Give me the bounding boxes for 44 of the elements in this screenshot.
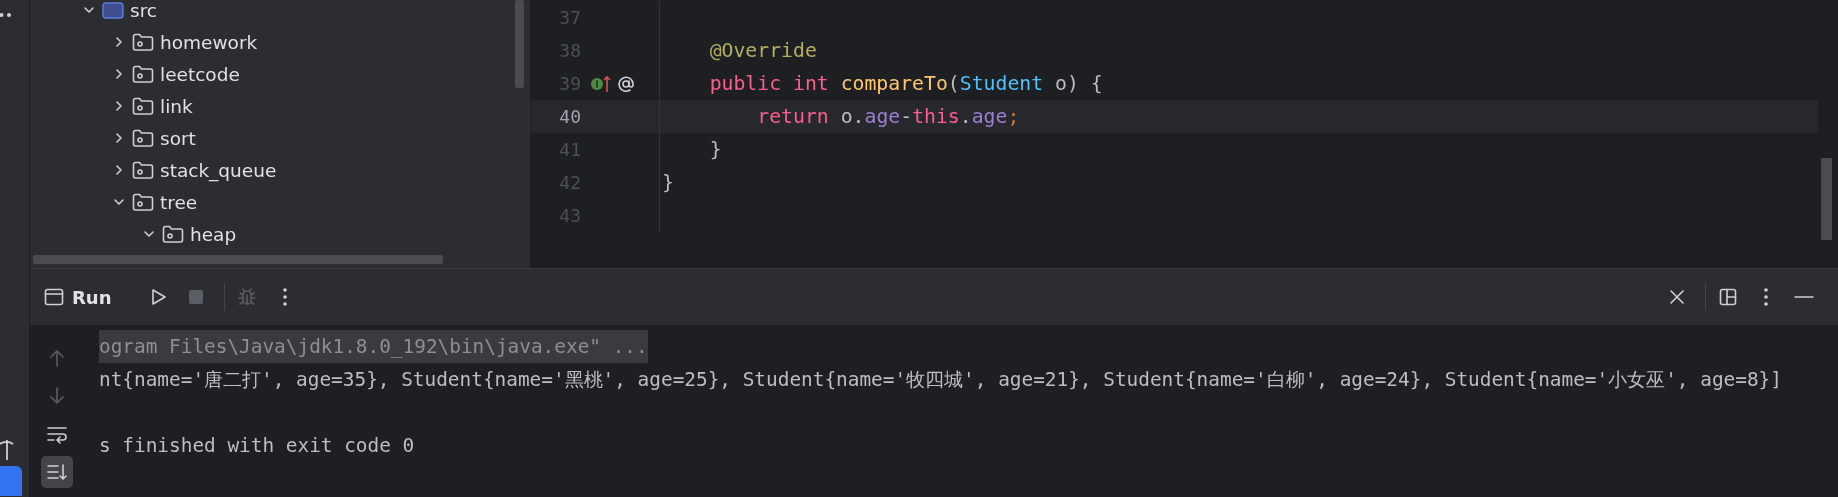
code-line: public int compareTo(Student o) { [708,72,1103,95]
at-sign-icon[interactable] [616,73,636,94]
code-line: @Override [708,39,817,62]
code-line: } [708,138,722,161]
more-vertical-icon [281,287,288,307]
arrow-down-icon [48,386,66,406]
scrollbar[interactable] [1821,158,1832,240]
more-horizontal-icon[interactable] [0,12,12,18]
console-output-text: s finished with exit code 0 [99,433,415,459]
tree-item-label[interactable]: link [160,95,193,117]
scroll-to-end-icon [46,462,68,482]
code-line: return o.age-this.age; [756,105,1020,128]
arrow-up-icon [48,348,66,368]
line-number: 40 [558,106,581,127]
minimize-icon [1794,295,1814,299]
window-icon [44,288,64,306]
tree-item-label[interactable]: tree [160,191,198,213]
more-vertical-icon [1763,287,1769,307]
package-folder-icon [132,129,154,147]
tree-item-label[interactable]: sort [160,127,196,149]
tree-item-label[interactable]: homework [160,31,258,53]
package-folder-icon [132,33,154,51]
stop-icon [186,288,205,306]
package-folder-icon [132,193,154,211]
package-folder-icon [162,225,184,243]
panel-title[interactable]: Run [72,286,112,308]
tree-item-label[interactable]: stack_queue [160,159,277,181]
console-output-text: nt{name='唐二打', age=35}, Student{name='黑桃', age=25}, Student{name='牧四城', age=21}, Student{name='白柳', age=24}, Student{name='小女巫', age=8}] [99,367,1782,393]
close-icon [1668,288,1686,306]
command-line-text: ogram Files\Java\jdk1.8.0_192\bin\java.exe" ... [99,330,648,363]
bug-icon [235,286,258,308]
scrollbar[interactable] [515,0,524,88]
package-folder-icon [132,97,154,115]
layout-icon [1718,287,1738,307]
soft-wrap-icon [46,424,68,444]
source-folder-icon [102,1,124,19]
tree-item-label[interactable]: heap [190,223,237,245]
tree-item-label[interactable]: leetcode [160,63,240,85]
scroll-end-button[interactable] [41,456,73,488]
package-folder-icon [132,65,154,83]
package-folder-icon [132,161,154,179]
scrollbar[interactable] [33,255,443,264]
tree-item-label[interactable]: src [130,0,157,21]
code-line: } [661,171,674,194]
